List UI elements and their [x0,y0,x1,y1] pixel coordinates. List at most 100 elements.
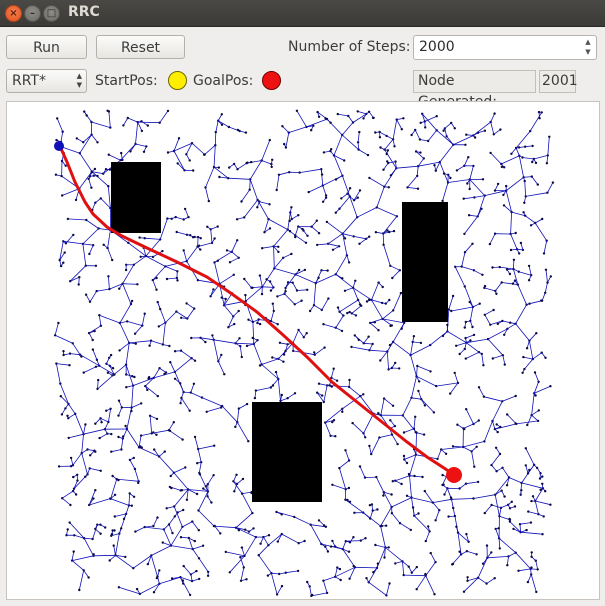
tree-edge [308,185,323,193]
tree-edge [135,526,145,532]
tree-edge [410,344,431,356]
tree-edge [383,162,389,170]
tree-node [274,370,278,374]
tree-edge [277,533,283,542]
tree-edge [510,233,518,250]
planner-canvas[interactable] [6,101,600,600]
tree-node [75,137,79,140]
tree-edge [130,143,136,152]
dropdown-arrows-icon[interactable]: ▲ ▼ [77,72,82,90]
tree-node [466,182,469,185]
tree-node [496,182,500,186]
tree-node [172,421,175,424]
tree-edge [341,122,354,136]
tree-node [518,252,521,255]
tree-node [77,283,80,286]
tree-edge [114,513,127,517]
title-bar: × – □ RRC [0,0,605,27]
tree-edge [242,491,252,494]
run-button[interactable]: Run [6,35,87,59]
tree-node [74,198,78,202]
tree-edge [273,257,284,269]
goal-pos-swatch[interactable] [262,71,281,90]
tree-node [297,268,301,272]
tree-edge [342,175,351,197]
tree-edge [502,467,510,478]
close-icon[interactable]: × [5,5,22,22]
tree-edge [54,334,73,344]
tree-edge [205,166,215,188]
tree-edge [78,171,93,189]
tree-node [84,423,87,426]
tree-edge [508,477,522,484]
tree-edge [390,167,397,176]
tree-edge [461,252,466,267]
algorithm-select[interactable]: RRT* ▲ ▼ [6,69,87,93]
tree-node [495,423,498,426]
maximize-icon[interactable]: □ [43,5,60,22]
tree-node [155,276,158,280]
tree-node [166,109,170,113]
goal-pos-label: GoalPos: [193,73,254,89]
tree-edge [490,113,495,123]
tree-edge [173,150,185,171]
tree-edge [535,500,551,506]
tree-node [388,343,392,347]
tree-node [92,553,95,556]
tree-edge [132,377,154,386]
tree-node [317,276,320,279]
tree-node [419,121,422,124]
tree-node [325,220,329,224]
tree-edge [322,185,327,196]
tree-node [280,513,283,516]
tree-node [233,322,236,326]
tree-edge [134,325,143,334]
tree-edge [316,392,325,403]
tree-edge [464,243,473,253]
tree-node [391,404,395,407]
start-pos-swatch[interactable] [168,71,187,90]
tree-edge [108,276,110,290]
tree-node [455,169,459,172]
tree-edge [135,122,139,145]
tree-node [417,389,420,393]
tree-node [118,287,121,290]
tree-node [343,159,346,162]
tree-edge [392,341,411,356]
tree-node [206,574,210,577]
minimize-icon[interactable]: – [24,5,41,22]
goal-marker [446,467,462,483]
tree-node [383,556,386,559]
spin-arrows-icon[interactable]: ▲ ▼ [582,37,594,58]
tree-edge [82,243,87,266]
reset-button[interactable]: Reset [96,35,185,59]
tree-edge [276,585,283,595]
tree-node [358,465,362,468]
obstacle [252,402,322,502]
tree-edge [410,354,417,377]
tree-edge [391,512,401,524]
tree-node [288,230,292,233]
tree-edge [345,499,364,513]
tree-node [165,277,169,281]
tree-edge [108,408,111,423]
tree-node [366,153,370,157]
tree-edge [425,575,435,595]
steps-spinbox[interactable]: 2000 ▲ ▼ [413,35,597,60]
steps-value[interactable]: 2000 [419,39,455,55]
tree-edge [515,552,531,570]
tree-edge [166,277,177,280]
tree-edge [292,282,298,291]
tree-edge [464,216,479,235]
tree-edge [83,428,105,435]
tree-node [111,367,115,370]
tree-node [108,168,112,171]
planner-plot[interactable] [7,102,599,599]
algorithm-value[interactable]: RRT* [12,73,46,89]
tree-edge [403,428,415,433]
tree-edge [284,293,296,305]
tree-edge [524,358,534,370]
tree-edge [249,179,251,190]
tree-edge [182,521,193,528]
tree-node [105,409,108,412]
